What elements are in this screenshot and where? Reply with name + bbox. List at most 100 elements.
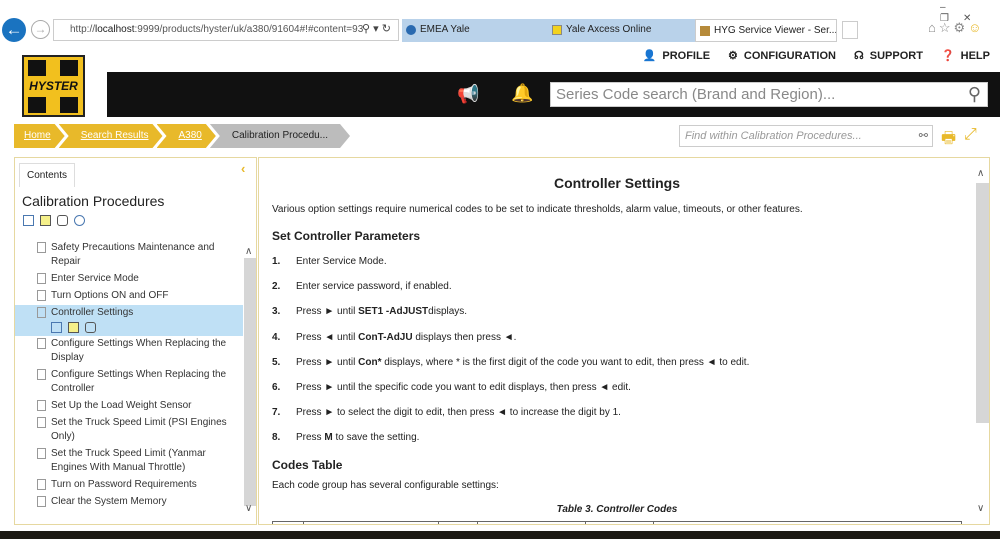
document-icon bbox=[37, 417, 46, 428]
scroll-down-icon[interactable]: ∨ bbox=[977, 503, 984, 514]
document-icon bbox=[37, 242, 46, 253]
step-number: 8. bbox=[272, 432, 281, 444]
toc-item[interactable]: Configure Settings When Replacing the Co… bbox=[15, 367, 243, 398]
hyster-logo[interactable]: HYSTER bbox=[22, 55, 85, 117]
content-panel: Controller Settings Various option setti… bbox=[258, 157, 990, 525]
toc-item[interactable]: Safety Precautions Maintenance and Repai… bbox=[15, 240, 243, 271]
toc-item[interactable]: Set the Truck Speed Limit (Yanmar Engine… bbox=[15, 446, 243, 477]
globe-icon[interactable] bbox=[74, 215, 85, 226]
address-bar[interactable]: http://localhost:9999/products/hyster/uk… bbox=[53, 19, 399, 41]
tab-hyg-service-viewer[interactable]: HYG Service Viewer - Ser... × bbox=[695, 19, 837, 42]
find-placeholder: Find within Calibration Procedures... bbox=[685, 130, 862, 142]
step-text: Press ► until the specific code you want… bbox=[296, 382, 631, 393]
toc-item[interactable]: Clear the System Memory bbox=[15, 494, 243, 511]
toc-label: Clear the System Memory bbox=[51, 496, 167, 507]
megaphone-icon[interactable]: 📢 bbox=[457, 84, 479, 105]
page-title: Controller Settings bbox=[553, 175, 680, 191]
tab-emea-yale[interactable]: EMEA Yale bbox=[402, 19, 548, 42]
series-code-search-input[interactable]: Series Code search (Brand and Region)...… bbox=[550, 82, 988, 107]
headset-icon: ☊ bbox=[853, 50, 864, 62]
scroll-up-icon[interactable]: ∧ bbox=[977, 168, 984, 179]
toc-item[interactable]: Turn Options ON and OFF bbox=[15, 288, 243, 305]
breadcrumb-search-results[interactable]: Search Results bbox=[59, 124, 163, 148]
forward-button[interactable]: → bbox=[31, 20, 50, 39]
url-rest: :9999/products/hyster/uk/a380/91604#!#co… bbox=[134, 24, 364, 35]
url-prefix: http:// bbox=[70, 24, 96, 35]
step-number: 2. bbox=[272, 281, 281, 293]
configuration-label: CONFIGURATION bbox=[743, 50, 836, 62]
support-label: SUPPORT bbox=[869, 50, 923, 62]
ie-icon bbox=[406, 25, 416, 35]
url-host: localhost bbox=[95, 24, 135, 35]
print-icon[interactable]: 🖶 bbox=[941, 127, 956, 154]
toc-item[interactable]: Set the Truck Speed Limit (PSI Engines O… bbox=[15, 415, 243, 446]
toc-item[interactable]: Set Up the Load Weight Sensor bbox=[15, 398, 243, 415]
toc-item[interactable]: Turn on Password Requirements bbox=[15, 477, 243, 494]
preview-icon[interactable] bbox=[23, 215, 34, 226]
help-link[interactable]: ❓ HELP bbox=[941, 49, 990, 62]
document-icon bbox=[37, 290, 46, 301]
step-number: 3. bbox=[272, 306, 281, 318]
breadcrumb-home[interactable]: Home bbox=[14, 124, 65, 148]
section-heading-codes: Codes Table bbox=[272, 458, 343, 472]
gear-icon: ⚙ bbox=[728, 50, 738, 62]
comment-icon[interactable] bbox=[57, 215, 68, 226]
logo-text: HYSTER bbox=[29, 79, 78, 93]
profile-label: PROFILE bbox=[662, 50, 711, 62]
taskbar bbox=[0, 531, 1000, 539]
toc-item-selected[interactable]: Controller Settings bbox=[15, 305, 243, 336]
toc-item[interactable]: Configure Settings When Replacing the Di… bbox=[15, 336, 243, 367]
search-icon[interactable]: ⚲ bbox=[968, 83, 981, 106]
preview-icon[interactable] bbox=[51, 322, 62, 333]
tab-yale-axcess[interactable]: Yale Axcess Online bbox=[548, 19, 695, 42]
step-text: displays. bbox=[428, 306, 468, 318]
configuration-link[interactable]: ⚙ CONFIGURATION bbox=[728, 49, 836, 62]
toc-label: Configure Settings When Replacing the Di… bbox=[51, 338, 227, 363]
toc-label: Turn on Password Requirements bbox=[51, 479, 197, 490]
note-icon[interactable] bbox=[40, 215, 51, 226]
step-number: 4. bbox=[272, 331, 281, 343]
toc-label: Safety Precautions Maintenance and Repai… bbox=[51, 242, 215, 267]
back-button[interactable]: ← bbox=[2, 18, 26, 42]
toc-scrollbar[interactable] bbox=[244, 258, 256, 506]
note-icon[interactable] bbox=[68, 322, 79, 333]
comment-icon[interactable] bbox=[85, 322, 96, 333]
step-text: Con* bbox=[358, 356, 382, 368]
window-controls[interactable]: –❐✕ bbox=[940, 2, 1000, 24]
binoculars-icon[interactable]: ⚯ bbox=[919, 126, 928, 146]
step-item: 2. Enter service password, if enabled. bbox=[272, 281, 452, 292]
item-icons bbox=[51, 322, 239, 334]
bell-icon[interactable]: 🔔 bbox=[511, 83, 533, 104]
step-text: SET1 -AdJUST bbox=[358, 306, 429, 318]
toc-item[interactable]: Enter Service Mode bbox=[15, 271, 243, 288]
step-number: 6. bbox=[272, 382, 281, 393]
user-icon: 👤 bbox=[642, 50, 657, 62]
document-icon bbox=[37, 273, 46, 284]
step-item: 7. Press ► to select the digit to edit, t… bbox=[272, 407, 621, 418]
tab-label: Yale Axcess Online bbox=[566, 24, 652, 35]
breadcrumb: Home Search Results A380 Calibration Pro… bbox=[14, 124, 344, 148]
tab-label: EMEA Yale bbox=[420, 24, 470, 35]
scroll-down-icon[interactable]: ∨ bbox=[245, 503, 252, 514]
step-text: Enter Service Mode. bbox=[296, 256, 387, 267]
step-number: 1. bbox=[272, 256, 281, 267]
tab-contents[interactable]: Contents bbox=[19, 163, 75, 187]
top-navigation: 👤 PROFILE ⚙ CONFIGURATION ☊ SUPPORT ❓ HELP bbox=[643, 49, 990, 62]
table-caption: Table 3. Controller Codes bbox=[556, 504, 678, 515]
profile-link[interactable]: 👤 PROFILE bbox=[643, 49, 710, 62]
content-scrollbar[interactable] bbox=[976, 183, 989, 503]
panel-icons bbox=[23, 215, 85, 226]
support-link[interactable]: ☊ SUPPORT bbox=[854, 49, 923, 62]
find-within-input[interactable]: Find within Calibration Procedures... ⚯ bbox=[679, 125, 933, 147]
breadcrumb-a380[interactable]: A380 bbox=[157, 124, 216, 148]
collapse-icon[interactable]: ‹ bbox=[241, 161, 245, 176]
intro-text: Various option settings require numerica… bbox=[272, 204, 803, 215]
search-refresh-icons[interactable]: ⚲ ▾ ↻ bbox=[362, 22, 391, 35]
step-text: Enter service password, if enabled. bbox=[296, 281, 452, 293]
step-item: 1. Enter Service Mode. bbox=[272, 256, 387, 267]
new-tab-button[interactable] bbox=[842, 21, 858, 39]
expand-icon[interactable]: ⤢ bbox=[964, 126, 977, 144]
scroll-up-icon[interactable]: ∧ bbox=[245, 246, 252, 257]
toc-label: Controller Settings bbox=[51, 307, 134, 318]
section-heading-params: Set Controller Parameters bbox=[272, 229, 421, 243]
